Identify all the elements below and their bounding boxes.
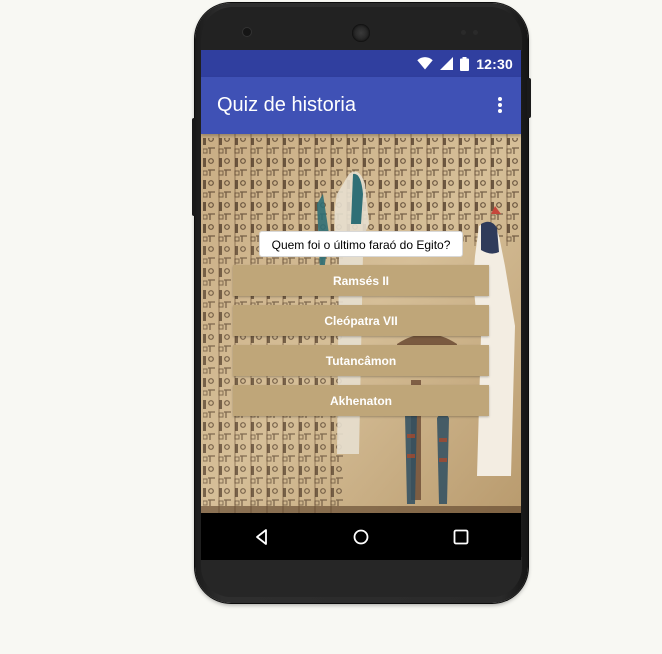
status-bar: 12:30 <box>201 50 521 77</box>
back-icon[interactable] <box>251 526 273 548</box>
quiz-content: Quem foi o último faraó do Egito? Ramsés… <box>201 134 521 513</box>
battery-icon <box>460 56 470 71</box>
answer-button-3[interactable]: Tutancâmon <box>233 345 489 376</box>
power-button <box>527 78 531 118</box>
question-label: Quem foi o último faraó do Egito? <box>259 231 463 257</box>
proximity-sensor <box>461 30 466 35</box>
recents-icon[interactable] <box>450 526 472 548</box>
status-time: 12:30 <box>476 55 513 72</box>
answer-button-2[interactable]: Cleópatra VII <box>233 305 489 336</box>
earpiece-speaker <box>352 24 370 42</box>
navigation-bar <box>201 513 521 560</box>
volume-button <box>192 118 196 216</box>
cell-signal-icon <box>440 57 454 70</box>
overflow-menu-icon[interactable] <box>491 95 509 115</box>
app-bar: Quiz de historia <box>201 77 521 134</box>
phone-screen: 12:30 Quiz de historia Quem foi o último… <box>201 50 521 513</box>
front-camera <box>243 28 251 36</box>
light-sensor <box>473 30 478 35</box>
home-icon[interactable] <box>350 526 372 548</box>
wifi-icon <box>417 57 433 70</box>
app-title: Quiz de historia <box>217 94 356 116</box>
phone-bottom-bezel <box>201 557 522 597</box>
answer-button-1[interactable]: Ramsés II <box>233 265 489 296</box>
answer-button-4[interactable]: Akhenaton <box>233 385 489 416</box>
